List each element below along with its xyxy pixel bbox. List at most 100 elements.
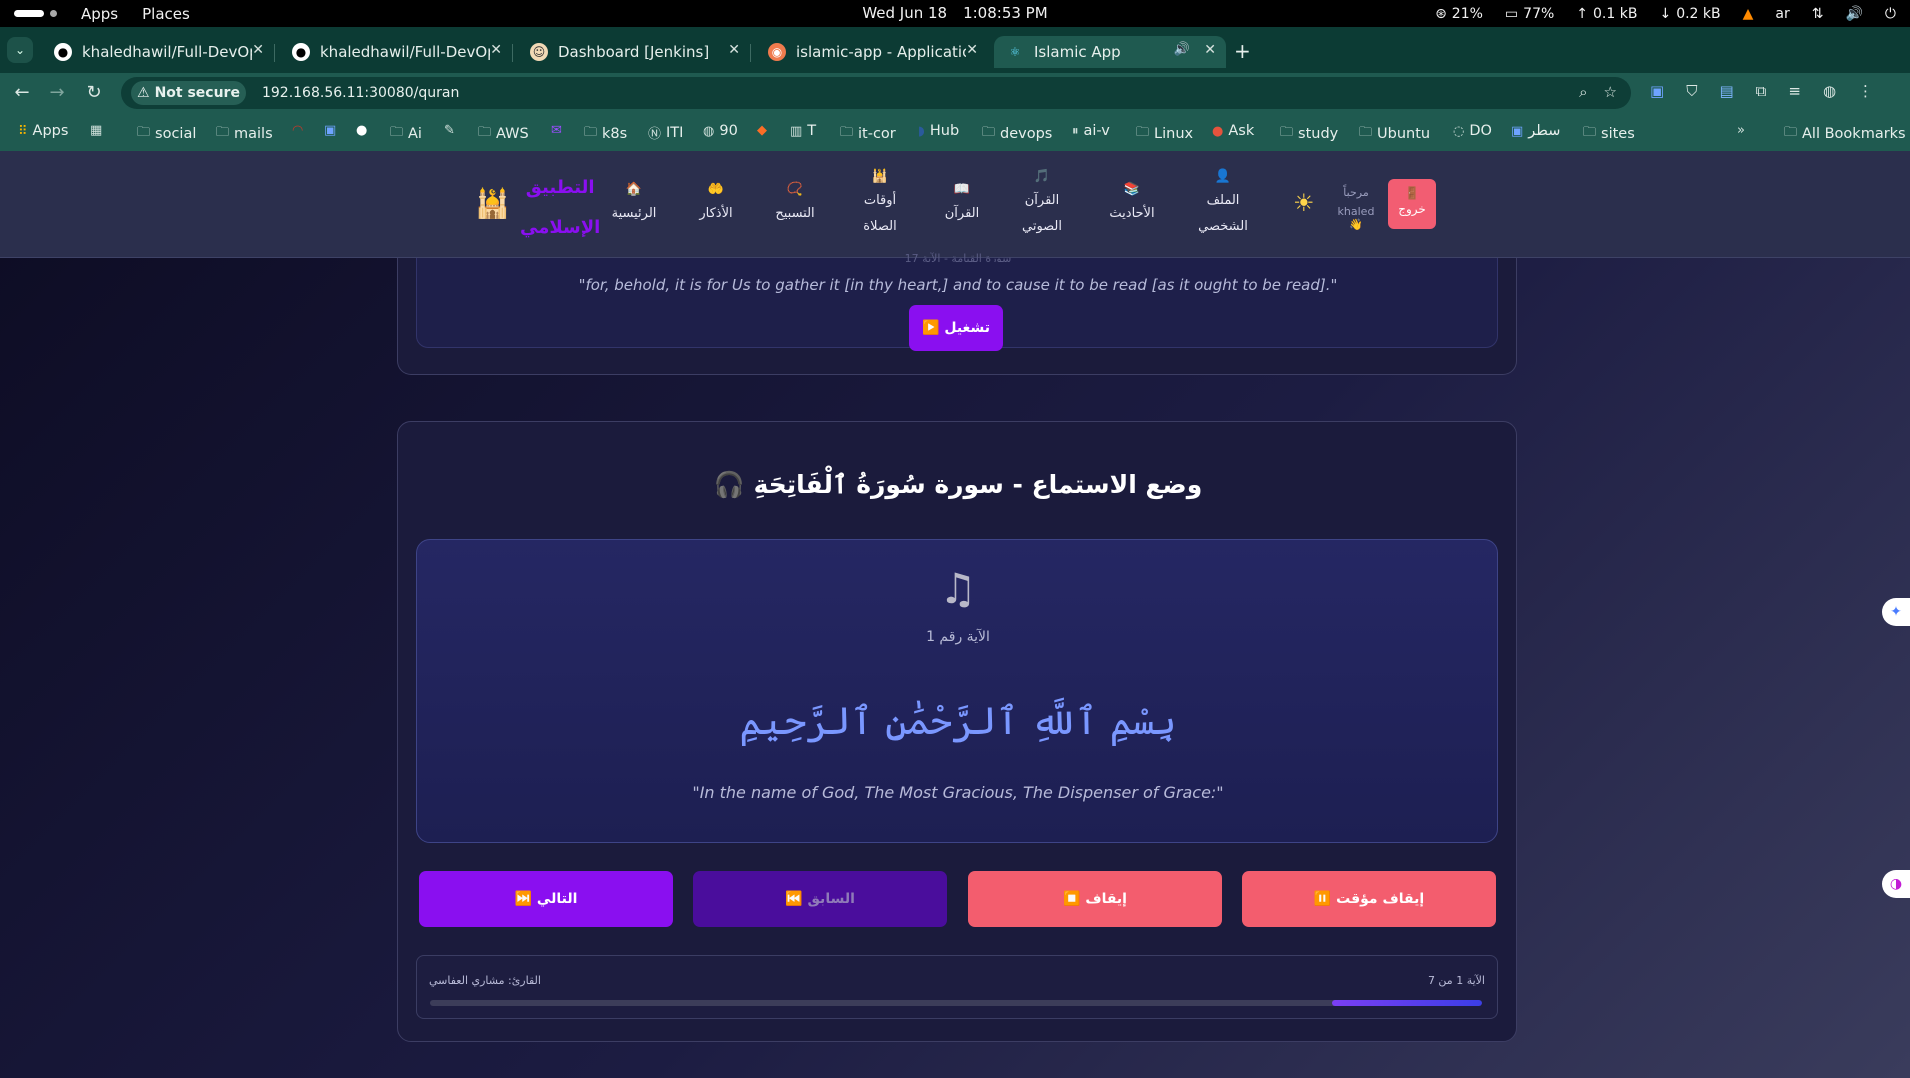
browser-tab[interactable]: ● khaledhawil/Full-DevOps ✕ [42,36,275,68]
places-menu[interactable]: Places [142,5,190,23]
bookmark-link[interactable]: ◌ DO [1453,123,1492,139]
nav-label: الشخصي [1198,219,1248,234]
stop-button[interactable]: ⏹️ إيقاف [968,871,1222,927]
volume-icon[interactable]: 🔊 [1845,6,1862,22]
bookmark-folder[interactable]: 🗀 Ai [390,123,422,145]
bookmark-folder[interactable]: 🗀 social [137,123,196,145]
back-button[interactable]: ← [10,81,34,105]
bookmark-icon-only[interactable]: ● [356,123,367,138]
close-tab-icon[interactable]: ✕ [490,42,502,58]
bookmark-folder[interactable]: 🗀 sites [1583,123,1635,145]
bookmark-link[interactable]: Ⓝ ITI [648,123,683,143]
all-bookmarks-folder[interactable]: 🗀 All Bookmarks [1784,123,1906,145]
address-bar[interactable]: ⚠ Not secure 192.168.56.11:30080/quran ⌕ … [121,77,1631,109]
side-extension-widget[interactable]: ✦ [1882,598,1910,626]
radio-extension-icon[interactable]: ▤ [1719,82,1733,100]
nav-tasbeeh[interactable]: 📿 التسبيح [768,181,822,227]
play-button[interactable]: ▶️ تشغيل [909,305,1003,351]
net-down-indicator: ↓ 0.2 kB [1659,6,1720,22]
url-text[interactable]: 192.168.56.11:30080/quran [262,85,459,101]
nav-profile[interactable]: 👤 الملف الشخصي [1196,168,1250,240]
browser-menu-icon[interactable]: ⋮ [1858,82,1873,100]
nav-adhkar[interactable]: 🤲 الأذكار [690,181,742,227]
profile-avatar[interactable]: ◍ [1823,82,1836,100]
bookmark-icon-only[interactable]: ✉ [551,123,562,138]
apps-menu[interactable]: Apps [81,5,118,23]
tab-audio-icon[interactable]: 🔊 [1174,42,1190,57]
bookmark-folder[interactable]: 🗀 Ubuntu [1359,123,1430,145]
network-icon[interactable]: ⇅ [1812,6,1824,22]
browser-tab[interactable]: ● khaledhawil/Full-DevOps ✕ [280,36,513,68]
folder-icon: 🗀 [982,125,996,140]
nav-prayer-times[interactable]: 🕌 أوقات الصلاة [856,168,904,240]
bookmark-link[interactable]: ▥ T [790,123,816,139]
battery-icon: ▭ [1504,5,1519,22]
logout-button[interactable]: 🚪 خروج [1388,179,1436,229]
sun-theme-toggle-icon[interactable]: ☀ [1293,189,1315,217]
argocd-icon: ◉ [768,43,786,61]
translate-icon: ▣ [324,123,337,138]
site-icon: ◠ [292,123,304,138]
new-tab-button[interactable]: + [1234,41,1251,61]
bookmark-folder[interactable]: 🗀 Linux [1136,123,1193,145]
battery-value: 77% [1523,5,1555,22]
translate-extension-icon[interactable]: ▣ [1650,82,1664,100]
power-icon[interactable]: ⏻ [1885,6,1896,22]
bookmark-icon-only[interactable]: ✎ [444,123,455,138]
browser-tab[interactable]: ☺ Dashboard [Jenkins] ✕ [518,36,751,68]
bookmark-link[interactable]: ▣ سطر [1511,123,1560,139]
bookmark-icon-only[interactable]: ▣ [324,123,336,138]
browser-tab[interactable]: ◉ islamic-app - Application ✕ [756,36,988,68]
battery-indicator[interactable]: ▭ 77% [1505,6,1554,22]
shield-extension-icon[interactable]: ⛉ [1686,82,1697,100]
bookmark-apps[interactable]: ⠿ Apps [18,123,68,139]
bookmark-folder[interactable]: 🗀 study [1280,123,1338,145]
folder-icon: 🗀 [478,125,492,140]
forward-button[interactable]: → [45,81,69,105]
bookmark-link[interactable]: ● Ask [1212,123,1254,139]
activities-button[interactable] [14,10,57,17]
bookmark-link[interactable]: ◗ Hub [918,123,959,139]
zoom-icon[interactable]: ⌕ [1579,83,1587,101]
app-brand[interactable]: التطبيق الإسلامي [520,168,600,248]
close-tab-icon[interactable]: ✕ [252,42,264,58]
tab-search-button[interactable]: ⌄ [7,37,33,63]
vlc-icon[interactable]: ▲ [1743,6,1754,22]
bookmark-folder[interactable]: 🗀 k8s [584,123,627,145]
folder-icon: 🗀 [390,125,404,140]
extensions-puzzle-icon[interactable]: ⧉ [1756,82,1767,100]
nav-audio-quran[interactable]: 🎵 القرآن الصوتي [1018,168,1066,240]
close-tab-icon[interactable]: ✕ [966,42,978,58]
hub-icon: ◗ [918,123,925,139]
nav-hadith[interactable]: 📚 الأحاديث [1106,181,1158,227]
cpu-indicator[interactable]: ⊛ 21% [1435,6,1483,22]
next-button[interactable]: ⏭️ التالي [419,871,673,927]
reload-button[interactable]: ↻ [82,81,106,105]
listening-title: 🎧 وضع الاستماع - سورة سُورَةُ ٱلْفَاتِحَ… [713,470,1203,499]
bookmark-icon-only[interactable]: ◆ [757,123,767,138]
home-icon: 🏠 [625,182,643,197]
bookmark-folder[interactable]: 🗀 it-cor [840,123,896,145]
bookmark-icon-only[interactable]: ◠ [292,123,303,138]
ayah-reference: سورة القيامة - الآية 17 [904,252,1012,262]
bookmark-folder[interactable]: 🗀 mails [216,123,273,145]
pause-button[interactable]: ⏸️ إيقاف مؤقت [1242,871,1496,927]
site-info-button[interactable]: ⚠ Not secure [131,81,246,105]
bookmark-star-icon[interactable]: ☆ [1604,83,1617,101]
bookmark-link[interactable]: ⏸ ai-v [1072,123,1110,139]
input-language[interactable]: ar [1775,6,1789,22]
media-control-icon[interactable]: ≡ [1788,82,1801,100]
bookmark-link[interactable]: ◍ 90 [703,123,738,139]
nav-home[interactable]: 🏠 الرئيسية [606,181,662,227]
browser-tab-active[interactable]: ⚛ Islamic App 🔊 ✕ [994,36,1226,68]
nav-quran[interactable]: 📖 القرآن [940,181,984,227]
close-tab-icon[interactable]: ✕ [728,42,740,58]
bookmark-folder[interactable]: 🗀 AWS [478,123,529,145]
close-tab-icon[interactable]: ✕ [1204,42,1216,58]
bookmarks-overflow-icon[interactable]: » [1737,123,1745,138]
nav-label: الملف [1206,193,1240,208]
bookmark-folder[interactable]: 🗀 devops [982,123,1052,145]
previous-button[interactable]: ⏮️ السابق [693,871,947,927]
tab-groups-icon[interactable]: ▦ [90,123,102,138]
side-extension-widget[interactable]: ◑ [1882,870,1910,898]
